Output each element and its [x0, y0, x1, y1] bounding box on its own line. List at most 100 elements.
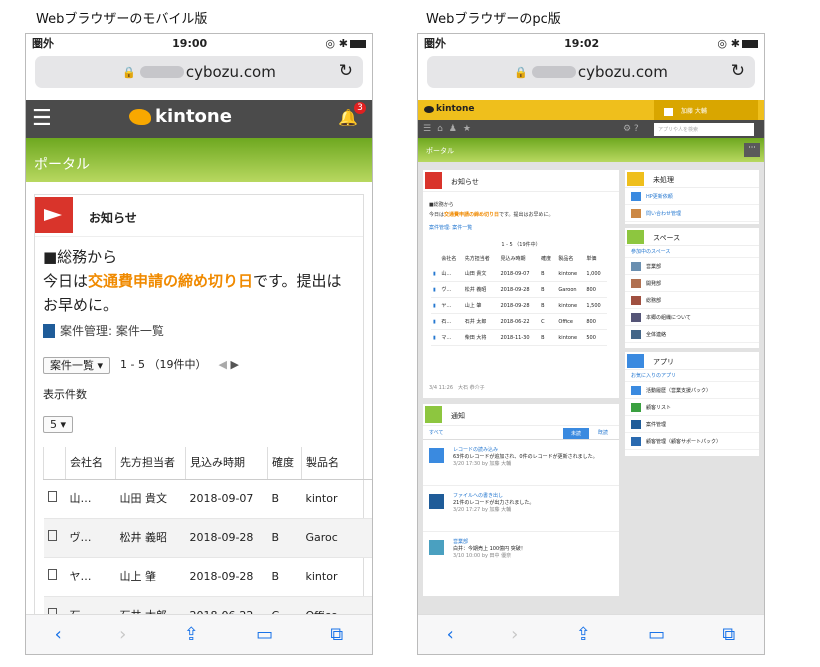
app-item[interactable]: 顧客管理（顧客サポートパック）: [625, 433, 759, 450]
view-select[interactable]: 案件一覧 ▾: [43, 356, 111, 374]
logo-text: kintone: [436, 104, 475, 114]
search-input[interactable]: アプリや人を検索: [654, 123, 754, 136]
more-options-icon[interactable]: ···: [744, 143, 760, 157]
table-row[interactable]: ▮ マ… 柴田 大将 2018-11-30 Bkintone 500: [431, 329, 607, 346]
gear-icon[interactable]: ⚙ ?: [623, 124, 639, 134]
space-item[interactable]: 本郷の組織について: [625, 309, 759, 326]
cell: 石井 太郎: [462, 313, 499, 330]
cell: kintor: [301, 557, 372, 597]
url-bar[interactable]: 🔒 cybozu.com ↻: [35, 56, 363, 88]
space-item[interactable]: 総務部: [625, 292, 759, 309]
nav-icons[interactable]: ☰⌂♟★: [423, 124, 477, 134]
notification-item[interactable]: 営業部 白井：今期売上 100億円 突破！ 3/10 10:00 by 田中 優奈: [423, 532, 619, 578]
app-icon: [429, 494, 444, 509]
table-row[interactable]: ▮ ヤ… 山上 肇 2018-09-28 Bkintone 1,500: [431, 297, 607, 314]
notification-item[interactable]: ファイルへの書き出し 21件のレコードが出力されました。 3/20 17:27 by…: [423, 486, 619, 532]
user-menu[interactable]: 加藤 大輔: [654, 100, 758, 120]
blurred-subdomain: [531, 66, 576, 78]
tab-read[interactable]: 既読: [598, 429, 608, 436]
back-icon[interactable]: ‹: [447, 624, 454, 645]
pc-spaces-card: スペース 参加中のスペース 営業部 開発部 総務部 本郷の組織について 全体連絡: [625, 228, 759, 348]
table-row[interactable]: ▮ 石… 石井 太郎 2018-06-22 C Office 800: [431, 313, 607, 330]
record-detail-icon[interactable]: [47, 530, 57, 541]
record-detail-icon[interactable]: ▮: [431, 281, 440, 298]
notice-body: ■総務から 今日は交通費申請の締め切り日です。提出はお早めに。 案件管理: 案件…: [35, 237, 372, 654]
record-detail-icon[interactable]: [47, 569, 57, 580]
space-item[interactable]: 営業部: [625, 258, 759, 275]
app-item-label: 顧客管理（顧客サポートパック）: [646, 438, 722, 445]
forward-icon[interactable]: ›: [119, 624, 126, 645]
todo-item[interactable]: 問い合わせ管理: [625, 205, 759, 222]
kintone-logo[interactable]: kintone: [129, 106, 232, 127]
table-row[interactable]: ▮ ヴ… 松井 義昭 2018-09-28 B Garoon 800: [431, 281, 607, 298]
app-item[interactable]: 案件管理: [625, 416, 759, 433]
cell: 石…: [439, 313, 463, 330]
kintone-bird-icon: [129, 108, 151, 125]
reload-icon[interactable]: ↻: [339, 61, 353, 81]
table-row[interactable]: ヴ… 松井 義昭 2018-09-28 B Garoc: [43, 518, 372, 558]
count-select[interactable]: 5 ▾: [43, 416, 74, 433]
table-row[interactable]: ヤ… 山上 肇 2018-09-28 Bkintor: [43, 557, 372, 597]
cell: 山…: [439, 266, 463, 282]
col-header: 見込み時期: [185, 447, 268, 480]
cell: ヴ…: [439, 281, 463, 298]
spaces-subtitle[interactable]: 参加中のスペース: [625, 246, 759, 258]
reload-icon[interactable]: ↻: [731, 61, 745, 81]
menu-icon[interactable]: ☰: [32, 106, 52, 131]
prev-arrow-icon[interactable]: ◀: [218, 358, 226, 371]
share-icon[interactable]: ⇪: [576, 624, 591, 645]
space-item[interactable]: 開発部: [625, 275, 759, 292]
record-detail-icon[interactable]: [47, 491, 57, 502]
todo-item[interactable]: HP更新依頼: [625, 188, 759, 205]
space-icon: [429, 540, 444, 555]
record-detail-icon[interactable]: ▮: [431, 297, 440, 314]
cell: B: [267, 479, 302, 519]
cell: 800: [584, 281, 607, 298]
app-item[interactable]: 顧客リスト: [625, 399, 759, 416]
forward-icon[interactable]: ›: [511, 624, 518, 645]
cell: 松井 義昭: [115, 518, 186, 558]
app-link[interactable]: 案件管理: 案件一覧: [423, 221, 619, 234]
battery-icon: [741, 39, 758, 48]
notification-item[interactable]: レコードの読み込み 63件のレコードが追加され、0件のレコードが更新されました。 3…: [423, 440, 619, 486]
tabs-icon[interactable]: ⧉: [330, 624, 343, 645]
todo-title: 未処理: [653, 176, 674, 184]
cell: ヤ…: [439, 297, 463, 314]
filter-select[interactable]: すべて: [429, 429, 443, 436]
notice-post: です。提出はお早めに。: [499, 212, 554, 218]
url-text: cybozu.com: [185, 63, 276, 81]
carrier-label: 圏外: [32, 37, 54, 50]
back-icon[interactable]: ‹: [55, 624, 62, 645]
app-link[interactable]: 案件管理: 案件一覧: [43, 319, 355, 343]
table-row[interactable]: ▮ 山… 山田 貴文 2018-09-07 Bkintone 1,000: [431, 266, 607, 282]
cell: 2018-09-28: [498, 281, 540, 298]
app-icon: [631, 208, 641, 218]
next-arrow-icon[interactable]: ▶: [230, 358, 238, 371]
tabs-icon[interactable]: ⧉: [722, 624, 735, 645]
cell: Office: [556, 313, 585, 330]
table-header-row: 会社名 先方担当者 見込み時期 確度 製品名 単価: [431, 251, 607, 266]
table-row[interactable]: 山… 山田 貴文 2018-09-07 Bkintor: [43, 479, 372, 519]
record-detail-icon[interactable]: ▮: [431, 313, 440, 330]
pc-toolbar: ☰⌂♟★ ⚙ ? アプリや人を検索: [418, 120, 764, 138]
space-item[interactable]: 全体連絡: [625, 326, 759, 343]
portal-content: お知らせ ■総務から 今日は交通費申請の締め切り日です。提出はお早めに。 案件管…: [418, 162, 764, 614]
share-icon[interactable]: ⇪: [184, 624, 199, 645]
tab-unread[interactable]: 未読: [563, 428, 590, 439]
bookmarks-icon[interactable]: ▭: [648, 624, 665, 645]
bookmarks-icon[interactable]: ▭: [256, 624, 273, 645]
space-thumb-icon: [631, 295, 641, 305]
cell: B: [267, 557, 302, 597]
url-text: cybozu.com: [577, 63, 668, 81]
url-bar[interactable]: 🔒 cybozu.com ↻: [427, 56, 755, 88]
notification-badge: 3: [354, 102, 366, 114]
app-item[interactable]: 活動履歴（営業支援パック）: [625, 382, 759, 399]
notice-card: お知らせ ■総務から 今日は交通費申請の締め切り日です。提出はお早めに。 案件管…: [34, 194, 372, 654]
cell: B: [539, 266, 557, 282]
pc-caption: Webブラウザーのpc版: [426, 12, 561, 27]
record-detail-icon[interactable]: ▮: [431, 266, 440, 282]
apps-subtitle[interactable]: お気に入りのアプリ: [625, 370, 759, 382]
record-detail-icon[interactable]: ▮: [431, 329, 440, 346]
kintone-logo[interactable]: kintone: [424, 104, 474, 114]
col-header: 確度: [541, 256, 552, 262]
